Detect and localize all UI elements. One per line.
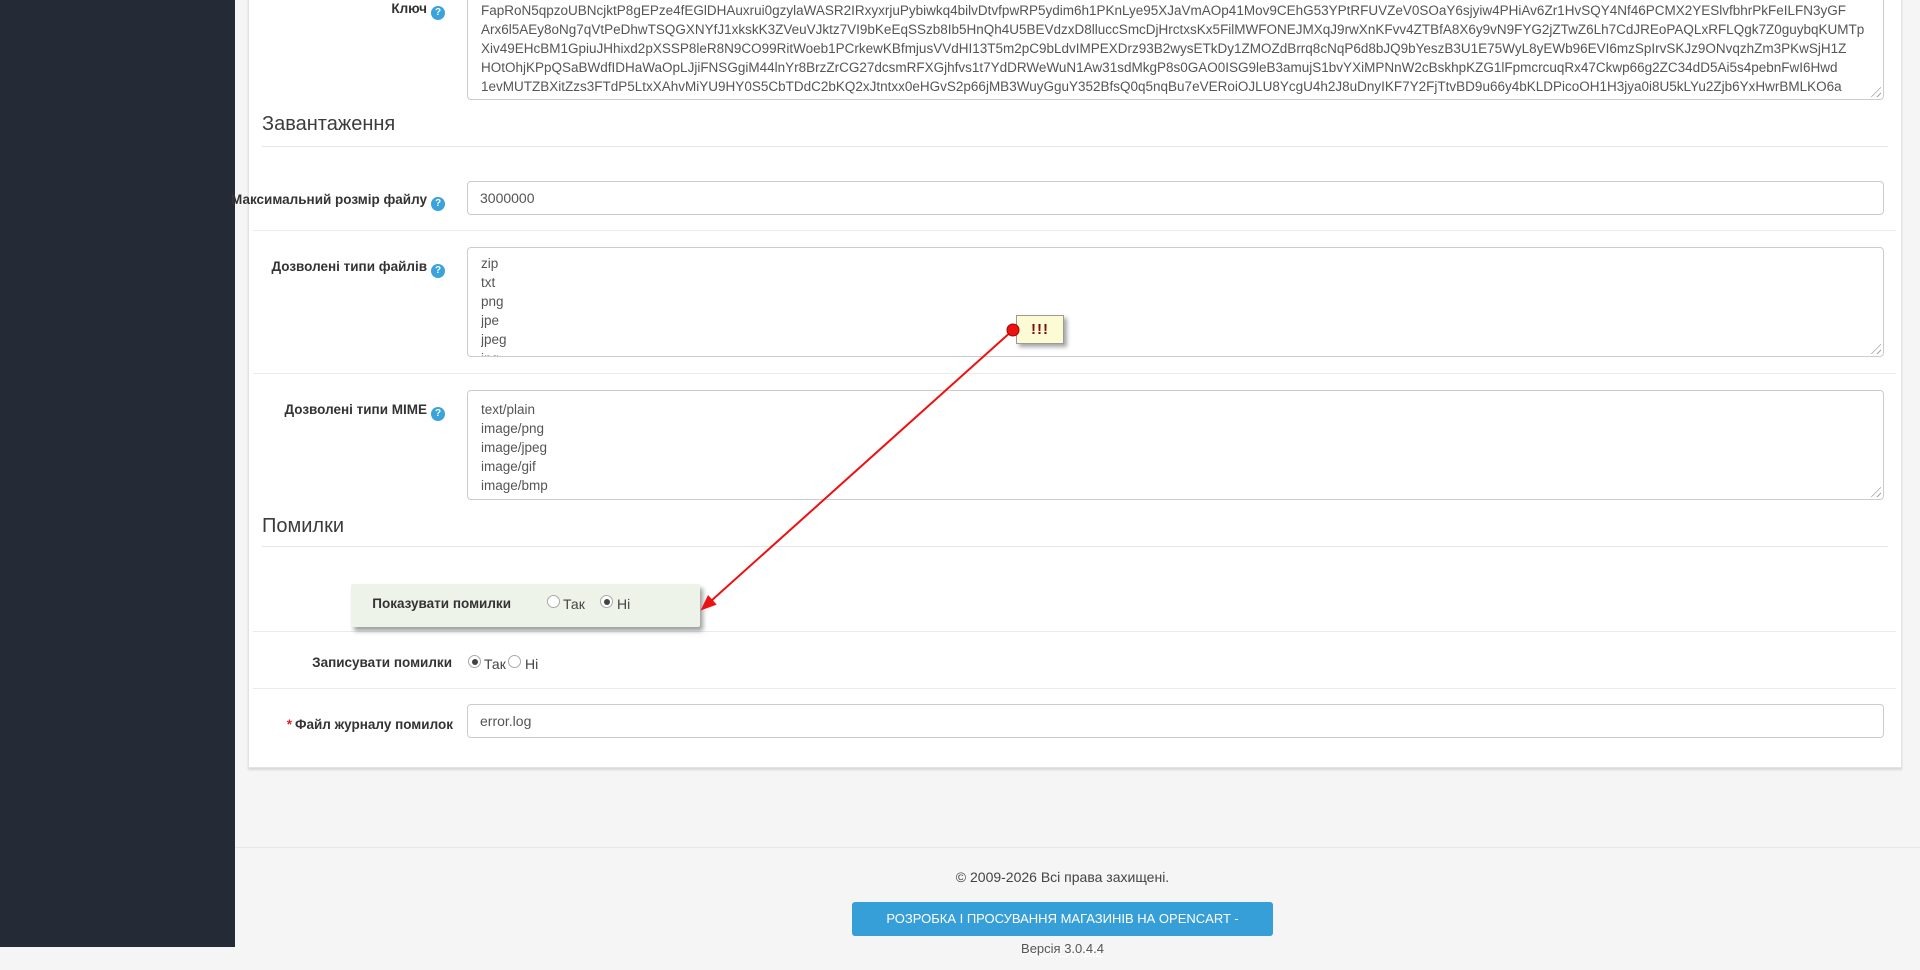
allowed-mime-types-textarea[interactable]: text/plain image/png image/jpeg image/gi… xyxy=(467,390,1884,500)
annotation-note: !!! xyxy=(1016,315,1064,344)
admin-sidebar xyxy=(0,0,235,947)
key-label-text: Ключ xyxy=(391,1,427,16)
opencart-admin-settings-page: { "colors": { "sidebar_bg": "#252b36", "… xyxy=(0,0,1920,960)
display-errors-radio-yes-label[interactable]: Так xyxy=(563,597,585,611)
textarea-resize-handle[interactable] xyxy=(1868,341,1881,354)
file-type-line: zip xyxy=(481,256,499,271)
mime-type-line: text/plain xyxy=(481,402,536,417)
max-file-size-input[interactable] xyxy=(467,181,1884,215)
key-line: Xiv49EHcBM1GpiuJHhixd2pXSSP8leR8N9CO99Ri… xyxy=(481,41,1847,56)
key-line: H1FvjjgmFe5IYaGU6UiNxQbvGNzvzFtQvDU0WMvI… xyxy=(481,96,1865,99)
mime-type-line: image/tiff xyxy=(481,495,1865,499)
file-type-line: jpe xyxy=(481,313,500,328)
allowed-file-types-label-text: Дозволені типи файлів xyxy=(271,259,427,274)
log-errors-radio-yes-label[interactable]: Так xyxy=(484,657,506,671)
allowed-file-types-value: zip txt png jpe jpeg jpg xyxy=(481,254,1865,356)
section-rule xyxy=(262,546,1888,547)
file-type-line: jpg xyxy=(481,349,1865,356)
textarea-resize-handle[interactable] xyxy=(1868,484,1881,497)
help-icon[interactable]: ? xyxy=(431,197,445,211)
display-errors-label: Показувати помилки xyxy=(372,596,511,611)
error-log-file-label: * Файл журналу помилок xyxy=(160,717,453,733)
section-title-errors: Помилки xyxy=(262,515,345,537)
key-line: Arx6l5AEy8oNg7qVtPeDhwTSQGXNYfJ1xkskK3ZV… xyxy=(481,22,1865,37)
display-errors-radio-yes[interactable] xyxy=(547,595,560,608)
max-file-size-label-text: Максимальний розмір файлу xyxy=(231,192,427,207)
mime-type-line: image/png xyxy=(481,421,545,436)
file-type-line: png xyxy=(481,294,504,309)
row-divider xyxy=(253,688,1896,689)
error-log-file-label-text: Файл журналу помилок xyxy=(294,717,453,732)
key-line: FapRoN5qpzoUBNcjktP8gEPze4fEGlDHAuxrui0g… xyxy=(481,3,1847,18)
row-divider xyxy=(253,631,1896,632)
file-type-line: txt xyxy=(481,275,496,290)
mime-type-line: image/gif xyxy=(481,459,536,474)
settings-form-panel xyxy=(248,0,1902,768)
help-icon[interactable]: ? xyxy=(431,407,445,421)
allowed-mime-types-value: text/plain image/png image/jpeg image/gi… xyxy=(481,400,1865,499)
help-icon[interactable]: ? xyxy=(431,6,445,20)
log-errors-label: Записувати помилки xyxy=(312,655,452,670)
section-rule xyxy=(262,146,1888,147)
allowed-mime-types-label-text: Дозволені типи MIME xyxy=(284,402,427,417)
mime-type-line: image/jpeg xyxy=(481,440,548,455)
section-title-upload: Завантаження xyxy=(262,113,396,135)
log-errors-radio-yes[interactable] xyxy=(468,655,481,668)
row-divider xyxy=(253,373,1896,374)
key-line: HOtOhjKPpQSaBWdfIDHaWaOpLJjiFNSGgiM44lnY… xyxy=(481,60,1838,75)
mime-type-line: image/bmp xyxy=(481,478,548,493)
log-errors-radio-no-label[interactable]: Ні xyxy=(525,657,538,671)
log-errors-radio-no[interactable] xyxy=(508,655,521,668)
row-divider xyxy=(253,230,1896,231)
error-log-file-input[interactable] xyxy=(467,704,1884,738)
file-type-line: jpeg xyxy=(481,332,507,347)
required-marker: * xyxy=(286,717,292,732)
help-icon[interactable]: ? xyxy=(431,264,445,278)
display-errors-radio-no[interactable] xyxy=(600,595,613,608)
footer-version: Версія 3.0.4.4 xyxy=(1021,941,1104,956)
key-field-label: Ключ? xyxy=(160,1,445,20)
textarea-resize-handle[interactable] xyxy=(1868,84,1881,97)
allowed-file-types-textarea[interactable]: zip txt png jpe jpeg jpg xyxy=(467,247,1884,357)
proplat-footer-button[interactable]: РОЗРОБКА І ПРОСУВАННЯ МАГАЗИНІВ НА OPENC… xyxy=(852,902,1273,960)
allowed-mime-types-label: Дозволені типи MIME? xyxy=(160,402,445,421)
key-textarea[interactable]: FapRoN5qpzoUBNcjktP8gEPze4fEGlDHAuxrui0g… xyxy=(467,0,1884,100)
footer-copyright: © 2009-2026 Всі права захищені. xyxy=(955,869,1170,885)
key-textarea-value: FapRoN5qpzoUBNcjktP8gEPze4fEGlDHAuxrui0g… xyxy=(481,1,1865,99)
footer-divider xyxy=(235,847,1920,848)
display-errors-radio-no-label[interactable]: Ні xyxy=(617,597,630,611)
max-file-size-label: Максимальний розмір файлу? xyxy=(160,192,445,211)
key-line: 1evMUTZBXitZzs3FTdP5LtxXAhvMiYU9HY0S5CbT… xyxy=(481,79,1842,94)
allowed-file-types-label: Дозволені типи файлів? xyxy=(160,259,445,278)
